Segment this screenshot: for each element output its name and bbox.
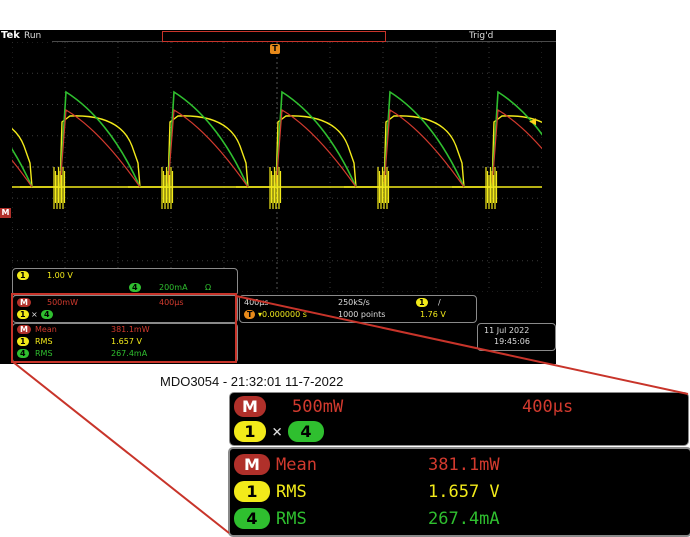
zoom-measurement-panel: M Mean 381.1mW 1 RMS 1.657 V 4 RMS 267.4… — [228, 447, 690, 537]
math-badge: M — [17, 298, 31, 307]
trigger-state: Trig'd — [469, 31, 494, 41]
waveform-graticule — [12, 42, 542, 292]
brand-logo: Tek — [1, 30, 20, 41]
date-panel: 11 Jul 2022 19:45:06 — [477, 323, 556, 351]
zoom-meas-3-badge: 4 — [234, 508, 270, 529]
zoom-meas-2-badge: 1 — [234, 481, 270, 502]
zoom-src-b-badge: 4 — [288, 421, 324, 442]
ch4-badge: 4 — [129, 283, 141, 292]
meas-3-value: 267.4mA — [111, 349, 148, 358]
measurement-panel[interactable]: M Mean 381.1mW 1 RMS 1.657 V 4 RMS 267.4… — [12, 323, 238, 363]
run-state: Run — [24, 31, 42, 41]
record-length: 1000 points — [338, 310, 386, 319]
timebase-panel[interactable]: 400μs 250kS/s 1 / T ▾0.000000 s 1000 poi… — [239, 295, 477, 323]
zoom-src-a-badge: 1 — [234, 421, 266, 442]
trigger-level-arrow-icon: ◀ — [529, 117, 536, 127]
meas-1-badge: M — [17, 325, 31, 334]
trigger-level: 1.76 V — [420, 310, 446, 319]
zoom-math-panel: M 500mW 400μs 1 × 4 — [229, 392, 689, 446]
zoom-meas-1-badge: M — [234, 454, 270, 475]
trigger-position-marker: T — [270, 44, 280, 54]
meas-3-badge: 4 — [17, 349, 29, 358]
trigger-slope-icon: / — [438, 298, 441, 307]
trigger-source-badge: 1 — [416, 298, 428, 307]
meas-2-name: RMS — [35, 337, 53, 346]
oscilloscope-screen: Tek Run Trig'd M T ◀ 1 1.00 V 4 200mA Ω … — [0, 30, 556, 364]
zoom-math-badge: M — [234, 396, 266, 417]
meas-1-value: 381.1mW — [111, 325, 150, 334]
date-time: 19:45:06 — [494, 337, 530, 346]
math-src-b-badge: 4 — [41, 310, 53, 319]
date-day: 11 Jul 2022 — [484, 326, 530, 335]
meas-1-name: Mean — [35, 325, 57, 334]
record-view-box — [162, 31, 386, 42]
zoom-math-scale: 500mW — [292, 397, 344, 417]
zoom-operator: × — [272, 422, 283, 442]
zoom-meas-1-name: Mean — [276, 455, 317, 475]
zoom-meas-3-value: 267.4mA — [428, 509, 500, 529]
zoom-math-time: 400μs — [522, 397, 574, 417]
zoom-meas-1-value: 381.1mW — [428, 455, 500, 475]
zoom-meas-2-name: RMS — [276, 482, 307, 502]
meas-2-value: 1.657 V — [111, 337, 142, 346]
trigger-position-badge: T — [244, 310, 256, 319]
zoom-meas-3-name: RMS — [276, 509, 307, 529]
ch4-scale: 200mA — [159, 283, 188, 292]
zoom-meas-2-value: 1.657 V — [428, 482, 500, 502]
math-src-a-badge: 1 — [17, 310, 29, 319]
sample-rate: 250kS/s — [338, 298, 370, 307]
trigger-position: ▾0.000000 s — [258, 310, 307, 319]
meas-2-badge: 1 — [17, 337, 29, 346]
time-div: 400μs — [244, 298, 269, 307]
status-bar: Tek Run Trig'd — [0, 30, 556, 42]
math-operator: × — [31, 310, 38, 319]
channel-scale-panel[interactable]: 1 1.00 V 4 200mA Ω — [12, 268, 238, 296]
caption: MDO3054 - 21:32:01 11-7-2022 — [160, 374, 344, 389]
ch4-termination-icon: Ω — [205, 283, 212, 292]
math-time: 400μs — [159, 298, 184, 307]
math-ground-marker: M — [0, 208, 11, 218]
math-panel[interactable]: M 500mW 400μs 1 × 4 — [12, 295, 238, 323]
ch1-scale: 1.00 V — [47, 271, 73, 280]
ch1-badge: 1 — [17, 271, 29, 280]
meas-3-name: RMS — [35, 349, 53, 358]
math-scale: 500mW — [47, 298, 78, 307]
